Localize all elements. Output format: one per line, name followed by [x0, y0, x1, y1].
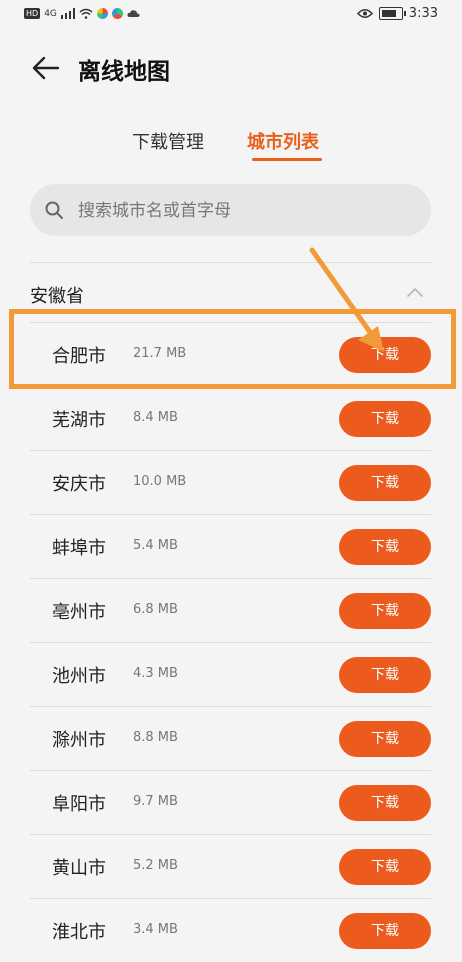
- tab-download-manager[interactable]: 下载管理: [132, 128, 204, 154]
- active-tab-indicator: [252, 158, 322, 161]
- status-time: 3:33: [408, 6, 438, 21]
- province-name: 安徽省: [30, 286, 84, 307]
- download-button[interactable]: 下载: [339, 849, 431, 885]
- download-button[interactable]: 下载: [339, 593, 431, 629]
- city-size: 3.4 MB: [133, 922, 178, 937]
- city-size: 10.0 MB: [133, 474, 187, 489]
- list-item[interactable]: 滁州市 8.8 MB 下载: [30, 706, 431, 770]
- search-bar[interactable]: [30, 184, 431, 238]
- divider: [30, 770, 431, 771]
- search-input[interactable]: [76, 184, 420, 238]
- city-name: 黄山市: [52, 858, 106, 879]
- list-item[interactable]: 黄山市 5.2 MB 下载: [30, 834, 431, 898]
- city-name: 阜阳市: [52, 794, 106, 815]
- divider: [30, 706, 431, 707]
- list-item[interactable]: 亳州市 6.8 MB 下载: [30, 578, 431, 642]
- chevron-up-icon[interactable]: [405, 282, 425, 302]
- app-icon-2: [111, 8, 123, 19]
- list-item[interactable]: 淮北市 3.4 MB 下载: [30, 898, 431, 962]
- download-button[interactable]: 下载: [339, 465, 431, 501]
- city-size: 8.4 MB: [133, 410, 178, 425]
- download-button[interactable]: 下载: [339, 785, 431, 821]
- tab-city-list[interactable]: 城市列表: [247, 128, 319, 154]
- download-button[interactable]: 下载: [339, 913, 431, 949]
- eye-icon: [356, 9, 373, 18]
- city-name: 亳州市: [52, 602, 106, 623]
- signal-icon: [60, 8, 75, 19]
- cloud-icon: [127, 10, 140, 17]
- hd-badge: HD: [24, 8, 41, 19]
- divider: [30, 578, 431, 579]
- download-button[interactable]: 下载: [339, 529, 431, 565]
- city-name: 蚌埠市: [52, 538, 106, 559]
- divider: [30, 514, 431, 515]
- city-size: 9.7 MB: [133, 794, 178, 809]
- city-name: 池州市: [52, 666, 106, 687]
- tab-bar: 下载管理 城市列表: [0, 122, 462, 162]
- download-button[interactable]: 下载: [339, 657, 431, 693]
- app-icon-1: [96, 8, 108, 19]
- list-item[interactable]: 阜阳市 9.7 MB 下载: [30, 770, 431, 834]
- city-name: 滁州市: [52, 730, 106, 751]
- battery-icon: [378, 7, 406, 20]
- page-title: 离线地图: [78, 59, 170, 85]
- city-size: 5.2 MB: [133, 858, 178, 873]
- divider: [30, 262, 431, 263]
- download-button[interactable]: 下载: [339, 401, 431, 437]
- list-item[interactable]: 蚌埠市 5.4 MB 下载: [30, 514, 431, 578]
- download-button[interactable]: 下载: [339, 721, 431, 757]
- divider: [30, 834, 431, 835]
- list-item[interactable]: 安庆市 10.0 MB 下载: [30, 450, 431, 514]
- search-icon: [45, 201, 63, 219]
- back-arrow-icon[interactable]: [28, 50, 64, 86]
- city-name: 安庆市: [52, 474, 106, 495]
- city-size: 4.3 MB: [133, 666, 178, 681]
- list-item[interactable]: 芜湖市 8.4 MB 下载: [30, 386, 431, 450]
- network-badge: 4G: [44, 8, 57, 19]
- divider: [30, 450, 431, 451]
- divider: [30, 642, 431, 643]
- city-size: 6.8 MB: [133, 602, 178, 617]
- city-name: 芜湖市: [52, 410, 106, 431]
- city-size: 5.4 MB: [133, 538, 178, 553]
- highlight-box: [9, 309, 456, 389]
- status-left: HD 4G: [24, 8, 140, 19]
- status-right: 3:33: [356, 6, 438, 21]
- city-name: 淮北市: [52, 922, 106, 943]
- list-item[interactable]: 池州市 4.3 MB 下载: [30, 642, 431, 706]
- header: 离线地图: [0, 40, 462, 100]
- wifi-icon: [79, 8, 93, 19]
- city-size: 8.8 MB: [133, 730, 178, 745]
- divider: [30, 898, 431, 899]
- status-bar: HD 4G 3:33: [0, 0, 462, 32]
